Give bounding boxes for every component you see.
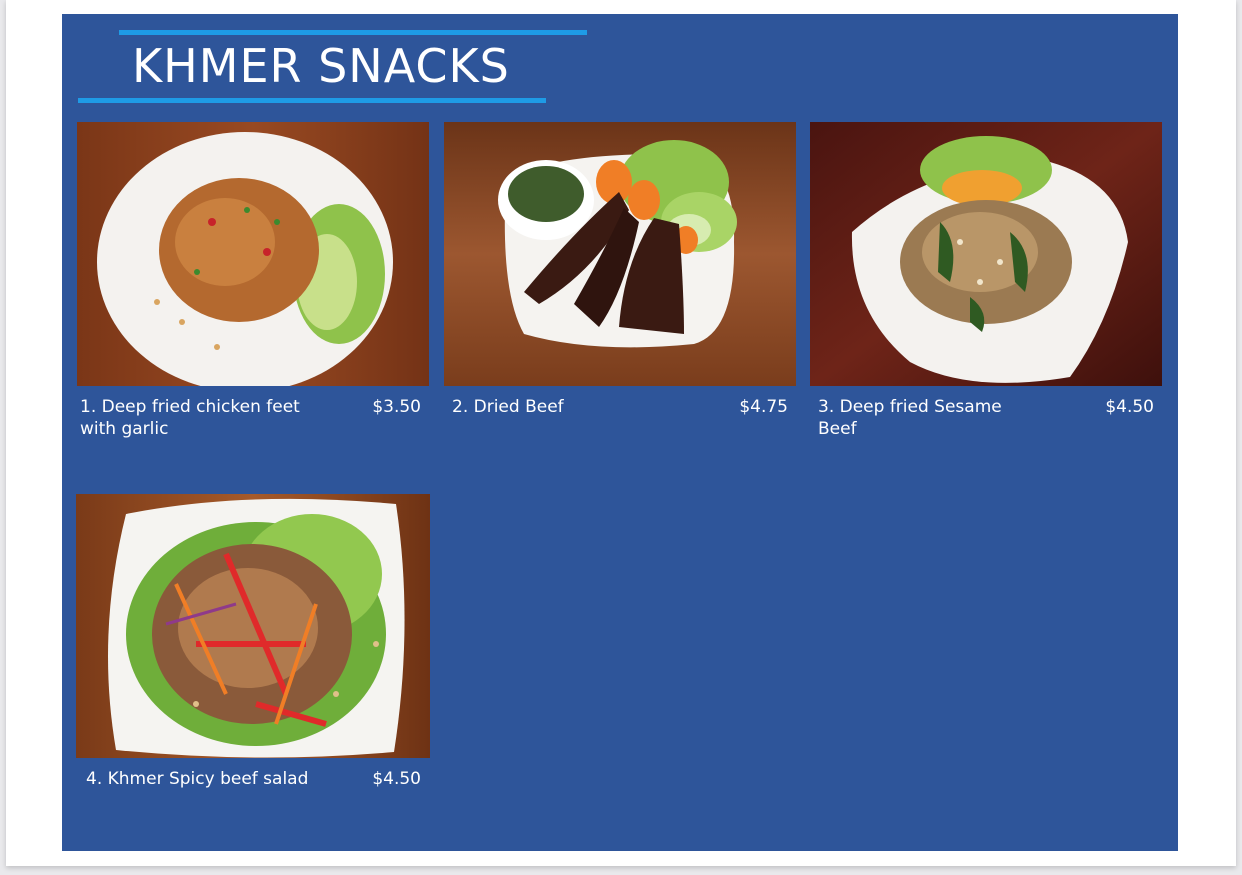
item-name: 2. Dried Beef	[452, 397, 564, 417]
menu-item-3: 3. Deep fried Sesame Beef $4.50	[810, 122, 1162, 452]
item-price: $4.75	[739, 397, 788, 417]
item-name: 3. Deep fried Sesame Beef	[818, 397, 1002, 439]
menu-item-4: 4. Khmer Spicy beef salad $4.50	[76, 494, 430, 804]
fried-chicken-feet-photo	[77, 122, 429, 386]
menu-item-1: 1. Deep fried chicken feet with garlic $…	[77, 122, 429, 452]
item-name: 4. Khmer Spicy beef salad	[86, 769, 309, 789]
menu-item-2: 2. Dried Beef $4.75	[444, 122, 796, 452]
item-name: 1. Deep fried chicken feet with garlic	[80, 397, 300, 439]
page-title: KHMER SNACKS	[132, 39, 510, 93]
sesame-beef-photo	[810, 122, 1162, 386]
item-price: $4.50	[372, 769, 421, 789]
item-price: $3.50	[372, 397, 421, 417]
dried-beef-photo	[444, 122, 796, 386]
spicy-beef-salad-photo	[76, 494, 430, 758]
item-price: $4.50	[1105, 397, 1154, 417]
title-rule-bottom	[78, 98, 546, 103]
